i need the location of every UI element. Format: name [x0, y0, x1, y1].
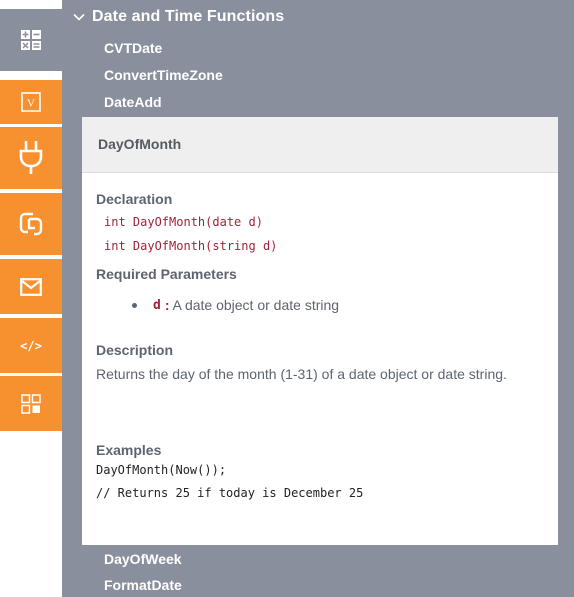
rail-functions-button[interactable]	[0, 9, 62, 71]
rail-apps-button[interactable]	[0, 376, 62, 431]
svg-text:V: V	[27, 98, 35, 110]
section-date-time-functions[interactable]: Date and Time Functions	[72, 8, 284, 26]
function-item-cvtdate[interactable]: CVTDate	[104, 40, 162, 56]
functions-page: V </> Date and Time Functions CVTDate Co…	[0, 0, 574, 597]
examples-label: Examples	[96, 442, 162, 458]
declaration-line: int DayOfMonth(date d)	[104, 215, 263, 229]
functions-panel: Date and Time Functions CVTDate ConvertT…	[62, 0, 574, 597]
function-detail-card: DayOfMonth Declaration int DayOfMonth(da…	[82, 117, 558, 545]
example-line: DayOfMonth(Now());	[96, 463, 227, 477]
function-item-converttimezone[interactable]: ConvertTimeZone	[104, 67, 223, 83]
chevron-down-icon	[72, 10, 86, 24]
mail-icon	[20, 277, 42, 296]
declaration-label: Declaration	[96, 191, 173, 207]
bullet	[132, 302, 137, 308]
parameter-item: d : A date object or date string	[132, 297, 339, 313]
function-item-dayofweek[interactable]: DayOfWeek	[104, 551, 182, 567]
rail-variables-button[interactable]: V	[0, 80, 62, 124]
description-text: Returns the day of the month (1-31) of a…	[96, 366, 507, 382]
example-line: // Returns 25 if today is December 25	[96, 486, 364, 500]
function-detail-header[interactable]: DayOfMonth	[82, 117, 558, 173]
parameter-description: A date object or date string	[172, 297, 340, 313]
rail-integrations-button[interactable]	[0, 127, 62, 189]
function-item-dateadd[interactable]: DateAdd	[104, 94, 162, 110]
description-label: Description	[96, 342, 174, 358]
rail-email-button[interactable]	[0, 259, 62, 314]
parameter-separator: :	[164, 297, 170, 313]
required-parameters-label: Required Parameters	[96, 266, 237, 282]
plug-icon	[18, 141, 44, 175]
apps-grid-icon	[21, 393, 41, 414]
parameter-name: d	[153, 297, 161, 313]
function-item-formatdate[interactable]: FormatDate	[104, 577, 182, 593]
rail-code-button[interactable]: </>	[0, 318, 62, 373]
section-title: Date and Time Functions	[92, 8, 285, 25]
calculator-icon	[20, 29, 42, 51]
rail-links-button[interactable]	[0, 193, 62, 255]
code-icon: </>	[20, 338, 42, 353]
link-function-icon	[19, 211, 43, 237]
variable-icon: V	[21, 92, 41, 112]
function-detail-title: DayOfMonth	[98, 136, 182, 152]
declaration-line: int DayOfMonth(string d)	[104, 239, 278, 253]
tool-rail: V </>	[0, 0, 62, 597]
